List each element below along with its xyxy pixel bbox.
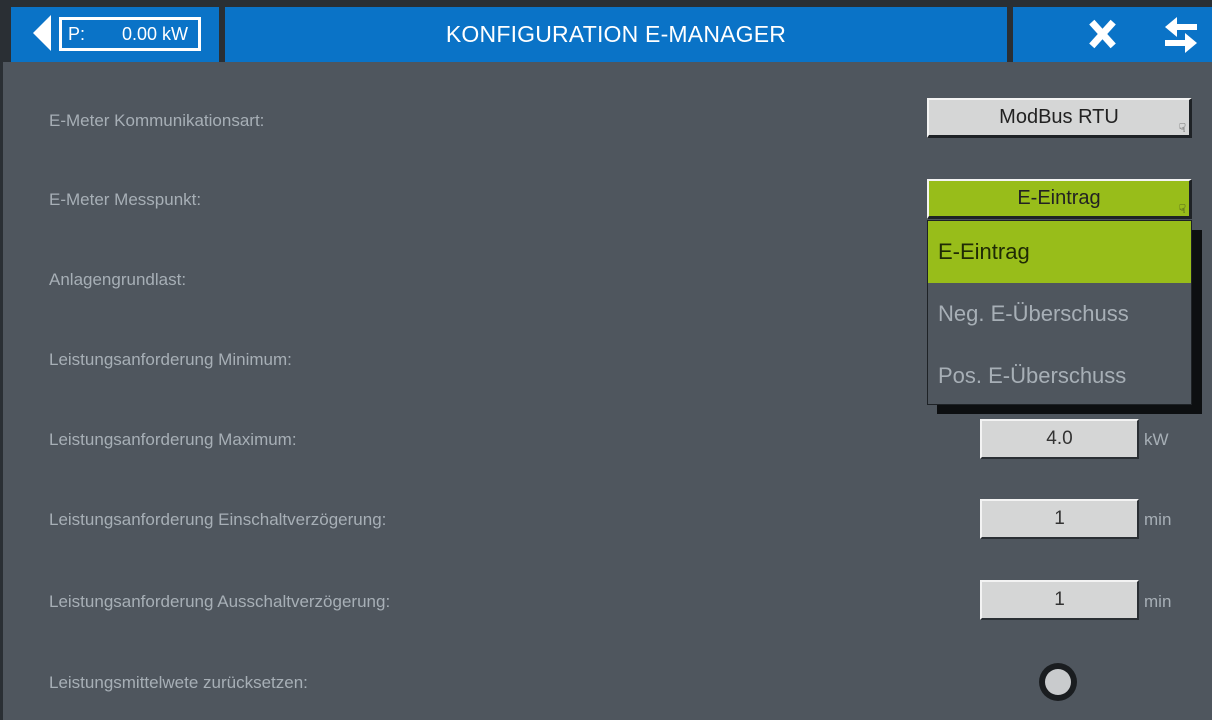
off-delay-label: Leistungsanforderung Ausschaltverzögerun… <box>49 592 391 611</box>
edit-hand-icon: ☟ <box>1178 202 1186 216</box>
power-max-unit: kW <box>1144 430 1169 449</box>
measure-point-select[interactable]: E-Eintrag ☟ <box>927 179 1192 219</box>
edit-hand-icon: ☟ <box>1178 121 1186 135</box>
power-value: 0.00 kW <box>121 24 188 44</box>
base-load-label: Anlagengrundlast: <box>49 270 187 289</box>
power-label: P: <box>68 24 86 44</box>
measure-point-dropdown: E-Eintrag Neg. E-Überschuss Pos. E-Übers… <box>927 220 1192 405</box>
reset-avg-label: Leistungsmittelwete zurücksetzen: <box>49 673 308 692</box>
swap-arrows-icon[interactable] <box>1161 17 1201 53</box>
measure-point-value: E-Eintrag <box>1017 187 1101 209</box>
dropdown-option-e-eintrag[interactable]: E-Eintrag <box>928 221 1191 283</box>
actions-panel <box>1013 7 1212 62</box>
power-min-label: Leistungsanforderung Minimum: <box>49 350 292 369</box>
reset-avg-radio-button[interactable] <box>1039 663 1077 701</box>
off-delay-unit: min <box>1144 592 1172 611</box>
power-max-label: Leistungsanforderung Maximum: <box>49 430 297 449</box>
power-status-panel: P: 0.00 kW <box>11 7 219 62</box>
page-title: KONFIGURATION E-MANAGER <box>445 21 787 47</box>
power-readout: P: 0.00 kW <box>59 17 201 51</box>
radio-indicator <box>1045 669 1071 695</box>
dropdown-option-pos-ueberschuss[interactable]: Pos. E-Überschuss <box>928 345 1191 407</box>
e-manager-config-screen: P: 0.00 kW KONFIGURATION E-MANAGER E-Met… <box>0 0 1212 720</box>
on-delay-input[interactable]: 1 <box>980 499 1139 539</box>
on-delay-unit: min <box>1144 510 1172 529</box>
back-arrow-icon[interactable] <box>33 15 51 51</box>
header-bar: P: 0.00 kW KONFIGURATION E-MANAGER <box>3 0 1212 62</box>
close-icon[interactable] <box>1085 17 1119 51</box>
comm-type-value: ModBus RTU <box>999 106 1119 128</box>
comm-type-label: E-Meter Kommunikationsart: <box>49 111 265 130</box>
title-panel: KONFIGURATION E-MANAGER <box>225 7 1007 62</box>
comm-type-select[interactable]: ModBus RTU ☟ <box>927 98 1192 138</box>
off-delay-input[interactable]: 1 <box>980 580 1139 620</box>
dropdown-option-neg-ueberschuss[interactable]: Neg. E-Überschuss <box>928 283 1191 345</box>
power-max-input[interactable]: 4.0 <box>980 419 1139 459</box>
measure-point-label: E-Meter Messpunkt: <box>49 190 202 209</box>
on-delay-label: Leistungsanforderung Einschaltverzögerun… <box>49 510 387 529</box>
